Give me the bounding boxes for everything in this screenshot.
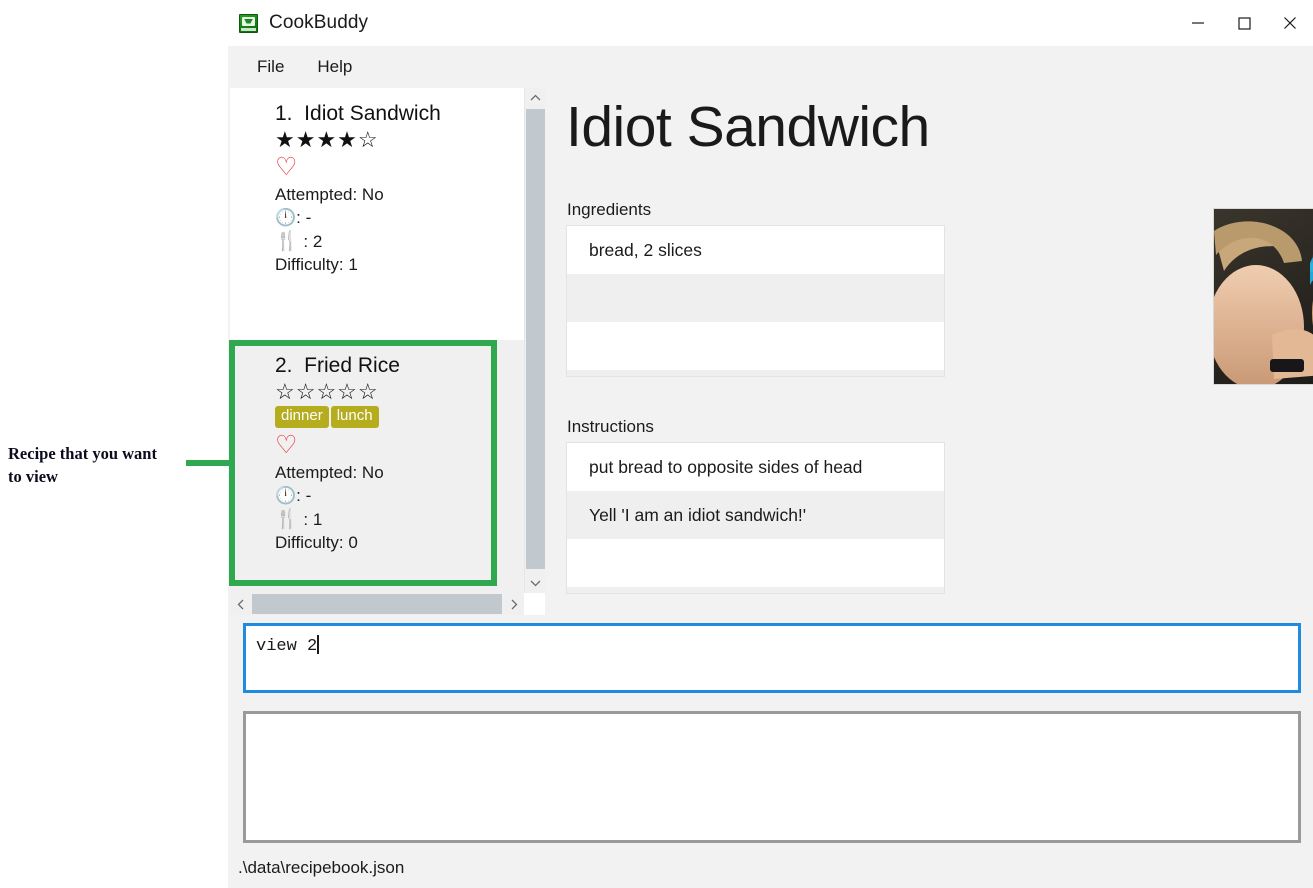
rating-stars: ☆☆☆☆☆	[275, 379, 379, 404]
difficulty-label: Difficulty: 1	[275, 255, 358, 275]
menu-bar: File Help	[228, 46, 1313, 87]
ingredients-label: Ingredients	[567, 200, 652, 219]
attempted-label: Attempted: No	[275, 185, 384, 205]
heart-outline-icon[interactable]: ♡	[275, 154, 508, 181]
menu-item-file[interactable]: File	[246, 53, 295, 81]
output-box[interactable]	[243, 711, 1301, 843]
scroll-right-button[interactable]	[503, 593, 524, 615]
scroll-thumb-vertical[interactable]	[526, 109, 545, 569]
recipe-card-2[interactable]: 2. Fried Rice ☆☆☆☆☆ dinner lunch ♡ Attemp…	[230, 340, 524, 593]
command-input[interactable]: view 2	[243, 623, 1301, 693]
command-input-value: view 2	[256, 637, 318, 656]
scroll-left-button[interactable]	[230, 593, 251, 615]
window-title: CookBuddy	[269, 12, 369, 33]
clock-icon: 🕛	[275, 485, 297, 506]
recipe-card-title: 2. Fried Rice	[275, 354, 400, 377]
clock-icon: 🕛	[275, 207, 297, 228]
instruction-row[interactable]: Yell 'I am an idiot sandwich!'	[567, 491, 944, 539]
ingredient-row[interactable]	[567, 322, 944, 370]
annotation-connector-line	[186, 460, 234, 466]
minimize-button[interactable]	[1175, 0, 1221, 46]
instructions-list[interactable]: put bread to opposite sides of head Yell…	[566, 442, 945, 594]
ingredient-row[interactable]: bread, 2 slices	[567, 226, 944, 274]
text-caret	[317, 635, 319, 654]
time-line: 🕛: -	[275, 207, 508, 229]
minimize-icon	[1192, 22, 1204, 24]
recipe-list[interactable]: 1. Idiot Sandwich ★★★★☆ ♡ Attempted: No …	[230, 88, 524, 593]
recipe-list-panel: 1. Idiot Sandwich ★★★★☆ ♡ Attempted: No …	[230, 88, 545, 616]
menu-item-help[interactable]: Help	[306, 53, 363, 81]
maximize-button[interactable]	[1221, 0, 1267, 46]
recipe-list-horizontal-scrollbar[interactable]	[230, 593, 524, 615]
recipe-card-title: 1. Idiot Sandwich	[275, 102, 441, 125]
ingredient-row[interactable]	[567, 274, 944, 322]
time-value: : -	[296, 485, 312, 505]
recipe-detail-panel: Idiot Sandwich Ingredients bread, 2 slic…	[558, 88, 1313, 616]
page-title: Idiot Sandwich	[566, 95, 930, 159]
servings-value: : 1	[298, 510, 323, 530]
instruction-row[interactable]	[567, 587, 944, 593]
status-bar-path: .\data\recipebook.json	[238, 858, 405, 877]
tag-dinner: dinner	[275, 406, 329, 428]
difficulty-label: Difficulty: 0	[275, 533, 358, 553]
app-window: CookBuddy File Help 1. Idiot Sandwich ★★…	[228, 0, 1313, 888]
maximize-icon	[1238, 17, 1251, 30]
rating-stars: ★★★★☆	[275, 127, 379, 152]
instruction-row[interactable]: put bread to opposite sides of head	[567, 443, 944, 491]
scroll-down-button[interactable]	[525, 573, 545, 593]
scrollbar-corner	[524, 593, 545, 615]
scroll-thumb-horizontal[interactable]	[252, 594, 502, 614]
close-button[interactable]	[1267, 0, 1313, 46]
instruction-row[interactable]	[567, 539, 944, 587]
chevron-up-icon	[530, 94, 540, 101]
scroll-up-button[interactable]	[525, 88, 545, 108]
tag-row: dinner lunch	[275, 406, 508, 428]
ingredients-list[interactable]: bread, 2 slices	[566, 225, 945, 377]
time-line: 🕛: -	[275, 485, 508, 507]
chevron-left-icon	[237, 599, 243, 609]
servings-line: 🍴 : 1	[275, 507, 508, 532]
cookbook-icon	[239, 13, 258, 33]
ingredient-row[interactable]	[567, 370, 944, 376]
window-controls	[1175, 0, 1313, 46]
tag-lunch: lunch	[330, 406, 379, 428]
time-value: : -	[296, 207, 312, 227]
servings-value: : 2	[298, 232, 323, 252]
chevron-right-icon	[511, 599, 517, 609]
servings-line: 🍴 : 2	[275, 229, 508, 254]
heart-outline-icon[interactable]: ♡	[275, 432, 508, 459]
attempted-label: Attempted: No	[275, 463, 384, 483]
recipe-list-vertical-scrollbar[interactable]	[524, 88, 545, 593]
annotation-label: Recipe that you want to view	[8, 444, 157, 486]
fork-knife-icon: 🍴	[275, 230, 299, 253]
recipe-photo	[1213, 208, 1313, 385]
close-icon	[1284, 17, 1296, 29]
chevron-down-icon	[530, 580, 540, 587]
title-bar: CookBuddy	[228, 0, 1313, 46]
fork-knife-icon: 🍴	[275, 508, 299, 531]
instructions-label: Instructions	[567, 417, 654, 436]
recipe-card-1[interactable]: 1. Idiot Sandwich ★★★★☆ ♡ Attempted: No …	[230, 88, 524, 340]
